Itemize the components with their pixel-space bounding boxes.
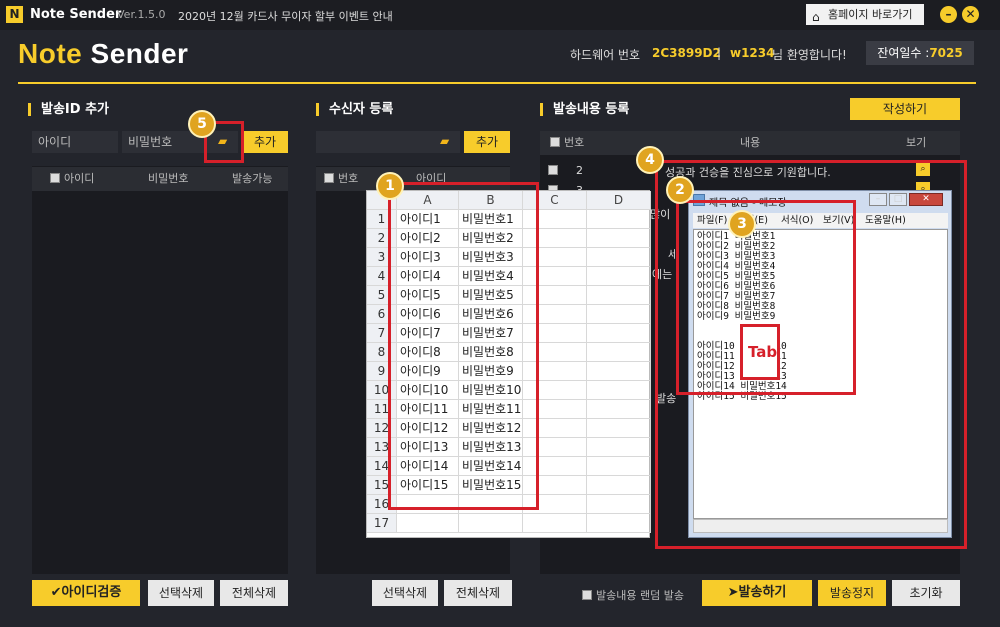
- id-col[interactable]: 아이디: [50, 167, 94, 191]
- homepage-button[interactable]: ⌂ 홈페이지 바로가기: [806, 4, 924, 25]
- tab-callout: Tab: [740, 324, 780, 380]
- left-delete-selected-button[interactable]: 선택삭제: [148, 580, 214, 606]
- content-list-header: 번호 내용 보기: [540, 131, 960, 155]
- header-separator: |: [717, 46, 722, 60]
- welcome-text: 님 환영합니다!: [772, 48, 847, 62]
- sheet-row-number[interactable]: 17: [367, 514, 397, 533]
- add-id-button[interactable]: 추가: [242, 131, 288, 153]
- sheet-cell[interactable]: [587, 229, 651, 248]
- step-badge-2: 2: [666, 176, 694, 204]
- sheet-cell[interactable]: [587, 362, 651, 381]
- pw-col: 비밀번호: [148, 172, 189, 185]
- sheet-cell[interactable]: [397, 514, 459, 533]
- random-send-option[interactable]: 발송내용 랜덤 발송: [582, 587, 684, 603]
- sheet-cell[interactable]: [587, 267, 651, 286]
- sheet-cell[interactable]: [459, 514, 523, 533]
- content-row[interactable]: [548, 164, 562, 177]
- mid-delete-selected-button[interactable]: 선택삭제: [372, 580, 438, 606]
- id-input[interactable]: 아이디: [32, 131, 118, 153]
- random-send-checkbox[interactable]: [582, 590, 592, 600]
- mid-delete-all-button[interactable]: 전체삭제: [444, 580, 512, 606]
- close-icon[interactable]: ✕: [962, 6, 979, 23]
- content-select-all-checkbox[interactable]: [550, 137, 560, 147]
- tab-label: Tab: [748, 343, 778, 361]
- send-id-title: 발송ID 추가: [28, 103, 109, 116]
- user-id: w1234: [730, 46, 775, 60]
- verify-id-button[interactable]: ✔아이디검증: [32, 580, 140, 606]
- brand-logo: Note Sender: [18, 38, 189, 69]
- homepage-button-label: 홈페이지 바로가기: [828, 8, 913, 21]
- content-num-col[interactable]: 번호: [550, 131, 584, 155]
- sheet-cell[interactable]: [587, 457, 651, 476]
- sheet-cell[interactable]: [587, 248, 651, 267]
- minimize-icon[interactable]: –: [940, 6, 957, 23]
- send-button[interactable]: ➤발송하기: [702, 580, 812, 606]
- home-icon: ⌂: [812, 10, 820, 24]
- hardware-number: 2C3899D2: [652, 46, 721, 60]
- content-view-col: 보기: [906, 136, 927, 149]
- sheet-cell[interactable]: [587, 343, 651, 362]
- write-button[interactable]: 작성하기: [850, 98, 960, 120]
- event-notice-link[interactable]: 2020년 12월 카드사 무이자 할부 이벤트 안내: [178, 8, 393, 24]
- num-col[interactable]: 번호: [324, 167, 358, 191]
- app-title: Note Sender: [30, 7, 122, 22]
- sheet-cell[interactable]: [587, 286, 651, 305]
- stop-send-button[interactable]: 발송정지: [818, 580, 886, 606]
- sheet-cell[interactable]: [587, 476, 651, 495]
- step-badge-1: 1: [376, 172, 404, 200]
- send-plane-icon: ➤: [727, 585, 739, 600]
- content-text-col: 내용: [740, 136, 761, 149]
- app-logo-icon: N: [6, 6, 23, 23]
- sheet-cell[interactable]: [587, 400, 651, 419]
- sheet-cell[interactable]: [587, 438, 651, 457]
- header-divider: [18, 82, 976, 84]
- step-badge-5: 5: [188, 110, 216, 138]
- left-delete-all-button[interactable]: 전체삭제: [220, 580, 288, 606]
- sheet-cell[interactable]: [587, 305, 651, 324]
- recipient-title: 수신자 등록: [316, 103, 393, 116]
- sheet-cell[interactable]: [587, 210, 651, 229]
- sendable-col: 발송가능: [232, 172, 273, 185]
- sheet-col-header[interactable]: D: [587, 191, 651, 210]
- remaining-days: 잔여일수 :7025: [866, 41, 974, 65]
- recipient-input[interactable]: [316, 131, 460, 153]
- highlight-spreadsheet-data: [388, 182, 539, 510]
- sheet-cell[interactable]: [523, 514, 587, 533]
- id-list-header: 아이디 비밀번호 발송가능: [32, 167, 288, 191]
- step-badge-3: 3: [728, 210, 756, 238]
- sheet-cell[interactable]: [587, 514, 651, 533]
- recipient-folder-icon[interactable]: ▰: [440, 134, 449, 148]
- recipient-select-all-checkbox[interactable]: [324, 173, 334, 183]
- row-checkbox[interactable]: [548, 165, 558, 175]
- reset-button[interactable]: 초기화: [892, 580, 960, 606]
- add-recipient-button[interactable]: 추가: [464, 131, 510, 153]
- sheet-cell[interactable]: [587, 419, 651, 438]
- sheet-cell[interactable]: [587, 381, 651, 400]
- id-list[interactable]: [32, 166, 288, 574]
- sheet-cell[interactable]: [587, 324, 651, 343]
- select-all-checkbox[interactable]: [50, 173, 60, 183]
- content-row-num: 2: [576, 164, 583, 177]
- highlight-content-area: [655, 160, 967, 549]
- hardware-label: 하드웨어 번호: [570, 48, 641, 62]
- step-badge-4: 4: [636, 146, 664, 174]
- app-version: Ver.1.5.0: [117, 8, 166, 21]
- sheet-cell[interactable]: [587, 495, 651, 514]
- content-title: 발송내용 등록: [540, 103, 629, 116]
